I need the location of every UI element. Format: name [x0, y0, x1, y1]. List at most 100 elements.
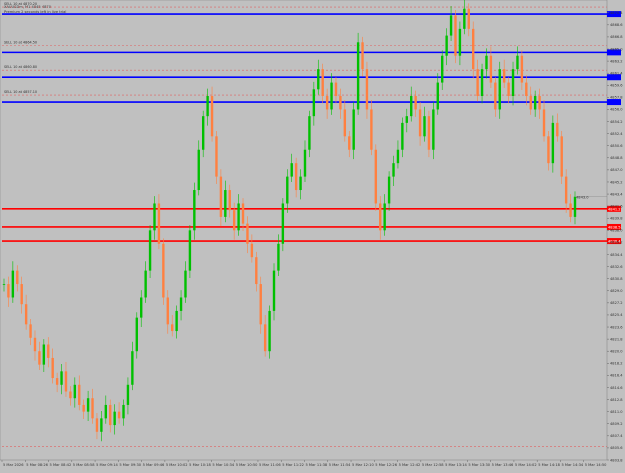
time-axis-label: 5 Mar 11:38 [306, 463, 328, 467]
candle-body [498, 69, 501, 110]
candle-body [272, 270, 276, 311]
resistance-label: SELL 10 at 4870.20 [4, 2, 37, 6]
candle-body [418, 109, 422, 137]
candle-body [348, 136, 351, 150]
candle-body [352, 109, 355, 150]
candle-body [73, 384, 77, 399]
candle-body [117, 411, 121, 419]
price-axis-label: 4859.6 [610, 84, 623, 88]
candle-body [312, 89, 316, 117]
time-axis-label: 5 Mar 12:10 [352, 463, 374, 467]
candle-body [193, 190, 196, 231]
candle-body [109, 404, 112, 426]
candle-body [78, 384, 81, 405]
candle-body [259, 284, 262, 325]
candle-body [277, 243, 280, 271]
candle-body [441, 55, 444, 83]
candle-body [144, 270, 147, 298]
candle-body [551, 122, 555, 164]
price-axis-label: 4861.4 [610, 71, 623, 75]
price-axis-label: 4814.6 [610, 386, 623, 390]
candle-body [162, 243, 165, 298]
candle-body [334, 82, 338, 97]
candle-body [2, 284, 6, 285]
candle-body [507, 82, 510, 97]
candle-body [361, 42, 364, 70]
candle-body [339, 96, 342, 110]
candle-body [263, 324, 267, 352]
candle-body [153, 203, 156, 231]
price-chart[interactable]: XAUUSDm, M1 4845 4870 Premium 2 seconds … [0, 0, 625, 469]
candle-body [317, 69, 320, 90]
candle-body [38, 351, 41, 365]
candle-body [148, 230, 152, 271]
candle-body [308, 116, 311, 150]
time-axis-label: 5 Mar 09:46 [143, 463, 165, 467]
candle-body [414, 96, 417, 110]
resistance-label: SELL 10 at 4857.10 [4, 90, 37, 94]
candle-body [241, 203, 245, 224]
candle-body [489, 55, 493, 83]
price-axis-label: 4856.0 [610, 108, 623, 112]
candle-body [436, 82, 439, 110]
candle-body [184, 270, 187, 298]
candle-body [471, 28, 475, 70]
resistance-label: SELL 10 at 4860.80 [4, 65, 37, 69]
time-axis-label: 5 Mar 13:30 [468, 463, 490, 467]
candle-body [100, 418, 103, 432]
candle-body [20, 284, 23, 305]
time-axis-label: 5 Mar 12:26 [375, 463, 397, 467]
price-axis-label: 4868.6 [610, 23, 623, 27]
price-axis-label: 4847.0 [610, 168, 623, 172]
candle-body [51, 357, 54, 379]
price-axis-label: 4848.8 [610, 156, 623, 160]
time-axis-label: 5 Mar 11:54 [329, 463, 351, 467]
candle-body [370, 109, 373, 150]
candle-body [383, 203, 386, 231]
price-axis-label: 4827.2 [610, 301, 623, 305]
candle-body [303, 149, 307, 177]
price-axis-label: 4825.4 [610, 313, 623, 317]
price-axis-label: 4843.4 [610, 192, 623, 196]
candle-body [219, 176, 223, 217]
price-axis-label: 4829.0 [610, 289, 623, 293]
price-axis-label: 4839.8 [610, 217, 623, 221]
candle-body [538, 96, 541, 110]
price-axis-label: 4852.4 [610, 132, 623, 136]
candle-body [569, 203, 572, 217]
candle-body [171, 324, 174, 332]
price-axis-label: 4850.6 [610, 144, 623, 148]
candle-body [356, 42, 360, 110]
time-axis-label: 5 Mar 10:02 [166, 463, 188, 467]
price-axis-label: 4845.2 [610, 180, 623, 184]
time-axis-label: 5 Mar 08:58 [73, 463, 95, 467]
price-axis-label: 4816.4 [610, 374, 623, 378]
candle-body [104, 404, 108, 419]
candle-body [122, 404, 125, 419]
price-axis-label: 4821.8 [610, 337, 623, 341]
candle-body [529, 96, 532, 110]
price-axis-label: 4820.0 [610, 350, 623, 354]
candle-body [374, 149, 378, 204]
candle-body [135, 317, 138, 352]
price-axis-label: 4809.2 [610, 422, 623, 426]
candle-body [246, 223, 249, 244]
candle-body [95, 418, 99, 432]
price-axis-label: 4866.8 [610, 35, 623, 39]
candle-body [423, 116, 426, 137]
candle-body [206, 96, 209, 117]
candle-body [463, 8, 466, 29]
candle-body [86, 398, 90, 412]
chart-area[interactable]: XAUUSDm, M1 4845 4870 Premium 2 seconds … [0, 0, 625, 469]
time-axis-label: 5 Mar 13:14 [445, 463, 467, 467]
candle-body [232, 210, 236, 231]
candle-body [445, 35, 448, 56]
price-axis-label: 4818.2 [610, 362, 623, 366]
candle-body [237, 203, 240, 231]
candle-body [325, 96, 329, 110]
candle-body [175, 310, 178, 332]
candle-body [157, 203, 161, 244]
candle-body [91, 398, 94, 419]
price-axis-label: 4854.2 [610, 120, 623, 124]
price-axis-label: 4863.2 [610, 59, 623, 63]
